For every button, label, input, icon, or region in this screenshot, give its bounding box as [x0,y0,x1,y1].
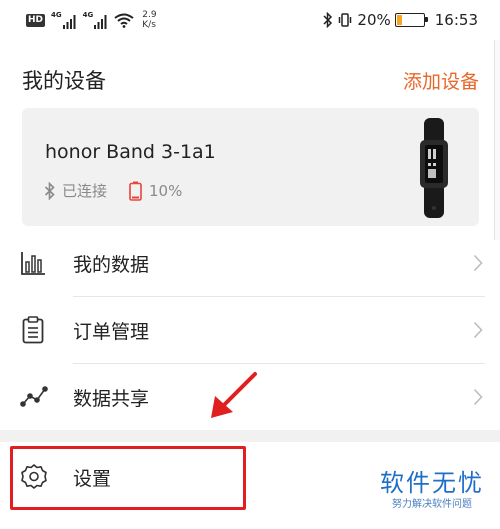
battery-percent: 20% [357,11,391,29]
battery-icon [394,13,428,27]
watermark-title: 软件无忧 [380,469,484,497]
clock: 16:53 [434,11,478,29]
network-speed-unit: K/s [142,20,156,30]
status-bar: HD 4G 4G 2.9 K/s 20% 16:53 [0,0,500,40]
status-left: HD 4G 4G 2.9 K/s [26,10,157,30]
battery-fill [396,15,402,25]
add-device-button[interactable]: 添加设备 [403,67,479,94]
signal-1-tag: 4G [51,11,62,19]
clipboard-icon [22,316,44,344]
network-speed: 2.9 K/s [142,10,156,30]
hd-badge: HD [26,13,46,27]
bluetooth-icon [323,12,333,28]
chevron-right-icon [473,254,483,272]
bar-chart-icon [21,252,45,275]
device-battery: 10% [149,181,183,200]
vibrate-icon [339,13,352,27]
chevron-right-icon [473,321,483,339]
menu-item-label: 数据共享 [73,387,150,410]
watermark: 软件无忧 努力解决软件问题 [377,468,487,512]
bluetooth-icon [44,181,55,200]
device-name: honor Band 3-1a1 [45,141,216,163]
signal-1: 4G [51,11,77,29]
menu-item-label: 订单管理 [73,320,150,343]
share-graph-icon [20,386,48,407]
signal-bars-icon [62,15,76,29]
watermark-subtitle: 努力解决软件问题 [392,499,472,510]
header: 我的设备 添加设备 [0,62,500,98]
annotation-arrow-icon [211,372,257,418]
signal-2-tag: 4G [82,11,94,19]
signal-bars-icon [94,15,107,29]
wifi-icon [114,13,134,28]
settings-highlight-box [10,446,246,510]
status-right: 20% 16:53 [323,11,478,29]
menu-item-label: 我的数据 [73,253,150,276]
menu-item-my-data[interactable]: 我的数据 [0,230,500,296]
menu-item-order-management[interactable]: 订单管理 [0,297,500,363]
connection-status: 已连接 [62,182,108,200]
section-gap [0,430,500,442]
signal-2: 4G [83,11,109,29]
page-title: 我的设备 [22,69,106,93]
device-card[interactable]: honor Band 3-1a1 已连接 10% [22,108,479,226]
battery-low-icon [129,181,142,201]
device-status: 已连接 10% [44,180,182,201]
network-speed-value: 2.9 [142,10,157,20]
band-image [420,118,448,218]
chevron-right-icon [473,388,483,406]
